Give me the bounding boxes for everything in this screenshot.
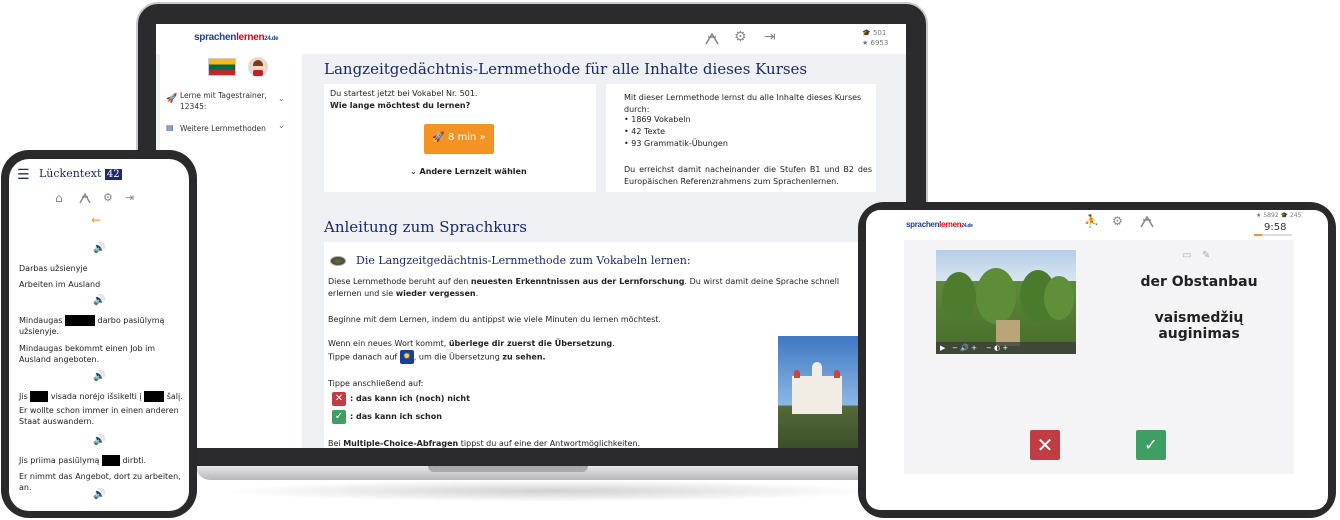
- gap-blank[interactable]: [64, 315, 95, 326]
- count-badge: 42: [104, 169, 122, 180]
- church-photo: [778, 336, 858, 448]
- speaker-icon[interactable]: 🔊: [93, 295, 105, 306]
- app-header: sprachenlernen24.de ⚙ ⇥ 🎓 501 ★ 6953: [156, 24, 906, 54]
- speaker-icon[interactable]: 🔊: [93, 435, 105, 446]
- orchard-photo: ▶ − 🔊 + − ◐ +: [936, 250, 1076, 354]
- laptop-shadow: [220, 480, 880, 502]
- guide-paragraph-5: Tippe anschließend auf:: [328, 379, 424, 388]
- logout-icon[interactable]: ⇥: [125, 191, 134, 204]
- chevron-down-icon[interactable]: ⌄: [278, 121, 285, 130]
- game-icon[interactable]: [704, 32, 720, 46]
- text-line: Er wollte schon immer in einen anderen S…: [19, 406, 179, 426]
- gear-icon[interactable]: ⚙: [734, 29, 747, 45]
- start-card: Du startest jetzt bei Vokabel Nr. 501. W…: [324, 84, 596, 192]
- laptop-notch: [428, 466, 588, 472]
- cap-icon: 🎓: [1280, 212, 1288, 219]
- guide-title: Anleitung zum Sprachkurs: [324, 218, 527, 236]
- list-item: • 42 Texte: [624, 127, 666, 136]
- not-known-button[interactable]: ✕: [1030, 430, 1060, 460]
- sidebar-item-tagestrainer[interactable]: Lerne mit Tagestrainer, 12345:: [180, 90, 272, 112]
- speaker-icon[interactable]: 🔊: [93, 489, 105, 500]
- logout-icon[interactable]: ⇥: [764, 29, 776, 45]
- text-line: Jis priima pasiūlymą dirbti.: [19, 455, 147, 466]
- back-arrow-icon[interactable]: ←: [91, 213, 101, 227]
- other-time-link[interactable]: ⌄ Andere Lernzeit wählen: [410, 166, 527, 178]
- avatar[interactable]: [248, 57, 268, 77]
- guide-paragraph-6: Bei Multiple-Choice-Abfragen tippst du a…: [328, 439, 641, 448]
- tablet-stats: ★ 5892 🎓 245: [1256, 212, 1302, 219]
- gear-icon[interactable]: ⚙: [1112, 214, 1123, 228]
- page-title: Langzeitgedächtnis-Lernmethode für alle …: [324, 60, 808, 78]
- word-lithuanian: vaismedžių auginimas: [1154, 310, 1244, 342]
- timer-progress: [1254, 234, 1292, 236]
- star-icon: ★: [862, 39, 869, 47]
- game-icon[interactable]: [1140, 216, 1154, 228]
- bowl-icon: [330, 256, 346, 266]
- info-list: • 1869 Vokabeln • 42 Texte • 93 Grammati…: [624, 114, 728, 150]
- gap-blank[interactable]: [101, 455, 120, 466]
- flashcard: ▶ − 🔊 + − ◐ + ▭ ✎ der Obstanbau vaismedž…: [904, 240, 1294, 474]
- list-item: • 1869 Vokabeln: [624, 115, 691, 124]
- speaker-icon[interactable]: 🔊: [960, 344, 969, 352]
- star-icon: ★: [1256, 212, 1262, 219]
- rocket-icon: 🚀: [166, 94, 178, 104]
- info-outro: Du erreichst damit nacheinander die Stuf…: [624, 165, 872, 186]
- guide-paragraph-4: Tippe danach auf ✹, um die Übersetzung z…: [328, 350, 546, 364]
- known-button[interactable]: ✓: [1136, 430, 1166, 460]
- list-item: • 93 Grammatik-Übungen: [624, 139, 728, 148]
- cap-icon: 🎓: [862, 29, 871, 37]
- question-text: Wie lange möchtest du lernen?: [330, 101, 471, 110]
- edit-icon[interactable]: ✎: [1202, 250, 1210, 261]
- text-line: Darbas užsienyje: [19, 264, 88, 273]
- lithuanian-flag-icon[interactable]: [208, 58, 236, 76]
- laptop-screen: sprachenlernen24.de ⚙ ⇥ 🎓 501 ★ 6953 🚀 L…: [156, 24, 906, 448]
- yes-label: : das kann ich schon: [350, 412, 442, 421]
- word-german: der Obstanbau: [1140, 274, 1258, 290]
- chevron-down-icon[interactable]: ⌄: [278, 94, 285, 103]
- game-icon[interactable]: [79, 193, 91, 204]
- sidebar-item-weitere[interactable]: Weitere Lernmethoden: [180, 123, 272, 134]
- chevron-down-icon: ⌄: [410, 167, 417, 176]
- clipboard-check-icon: ✓: [1144, 435, 1158, 454]
- text-line: Mindaugas bekommt einen Job im Ausland a…: [19, 344, 156, 364]
- start-text: Du startest jetzt bei Vokabel Nr. 501.: [330, 89, 478, 98]
- speaker-icon[interactable]: 🔊: [93, 371, 105, 382]
- menu-icon[interactable]: ☰: [17, 167, 30, 183]
- guide-subtitle: Die Langzeitgedächtnis-Lernmethode zum V…: [356, 254, 691, 267]
- stats: 🎓 501 ★ 6953: [862, 29, 889, 47]
- speaker-icon[interactable]: 🔊: [93, 243, 105, 254]
- gap-blank[interactable]: [144, 391, 165, 402]
- runner-icon[interactable]: ⛹: [1084, 214, 1099, 228]
- tablet-screen: sprachenlernen24.de ⛹ ⚙ ★ 5892 🎓 245 9:5…: [866, 210, 1328, 510]
- close-icon: ✕: [1036, 433, 1054, 457]
- gear-icon[interactable]: ⚙: [103, 191, 113, 204]
- gap-blank[interactable]: [30, 391, 49, 402]
- phone-title: Lückentext 42: [39, 167, 122, 180]
- start-8min-button[interactable]: 🚀 8 min »: [424, 124, 494, 154]
- close-icon: ✕: [332, 392, 346, 406]
- guide-paragraph-3: Wenn ein neues Wort kommt, überlege dir …: [328, 339, 615, 348]
- text-line: Mindaugas darbo pasiūlymą užsienyje.: [19, 315, 165, 336]
- guide-paragraph-2: Beginne mit dem Lernen, indem du antipps…: [328, 315, 661, 324]
- home-icon[interactable]: ⌂: [55, 191, 63, 205]
- timer: 9:58: [1264, 222, 1287, 233]
- check-icon: ✓: [332, 410, 346, 424]
- guide-card: Die Langzeitgedächtnis-Lernmethode zum V…: [324, 242, 906, 448]
- guide-paragraph-1: Diese Lernmethode beruht auf den neueste…: [328, 277, 840, 298]
- no-label: : das kann ich (noch) nicht: [350, 394, 470, 403]
- info-card: Mit dieser Lernmethode lernst du alle In…: [606, 84, 876, 192]
- comment-icon[interactable]: ▭: [1182, 250, 1191, 261]
- text-line: Arbeiten im Ausland: [19, 280, 101, 289]
- text-line: Jis visada norėjo išsikelti į šalį.: [19, 391, 183, 402]
- phone-screen: ☰ Lückentext 42 ⌂ ⚙ ⇥ ← 🔊 Darbas užsieny…: [9, 159, 189, 511]
- video-controls[interactable]: ▶ − 🔊 + − ◐ +: [936, 342, 1076, 354]
- lightbulb-icon: ✹: [399, 350, 414, 364]
- info-intro: Mit dieser Lernmethode lernst du alle In…: [624, 93, 862, 114]
- logo[interactable]: sprachenlernen24.de: [906, 220, 973, 229]
- book-icon: ▤: [166, 123, 174, 132]
- rocket-icon: 🚀: [432, 132, 445, 143]
- logo[interactable]: sprachenlernen24.de: [194, 32, 278, 43]
